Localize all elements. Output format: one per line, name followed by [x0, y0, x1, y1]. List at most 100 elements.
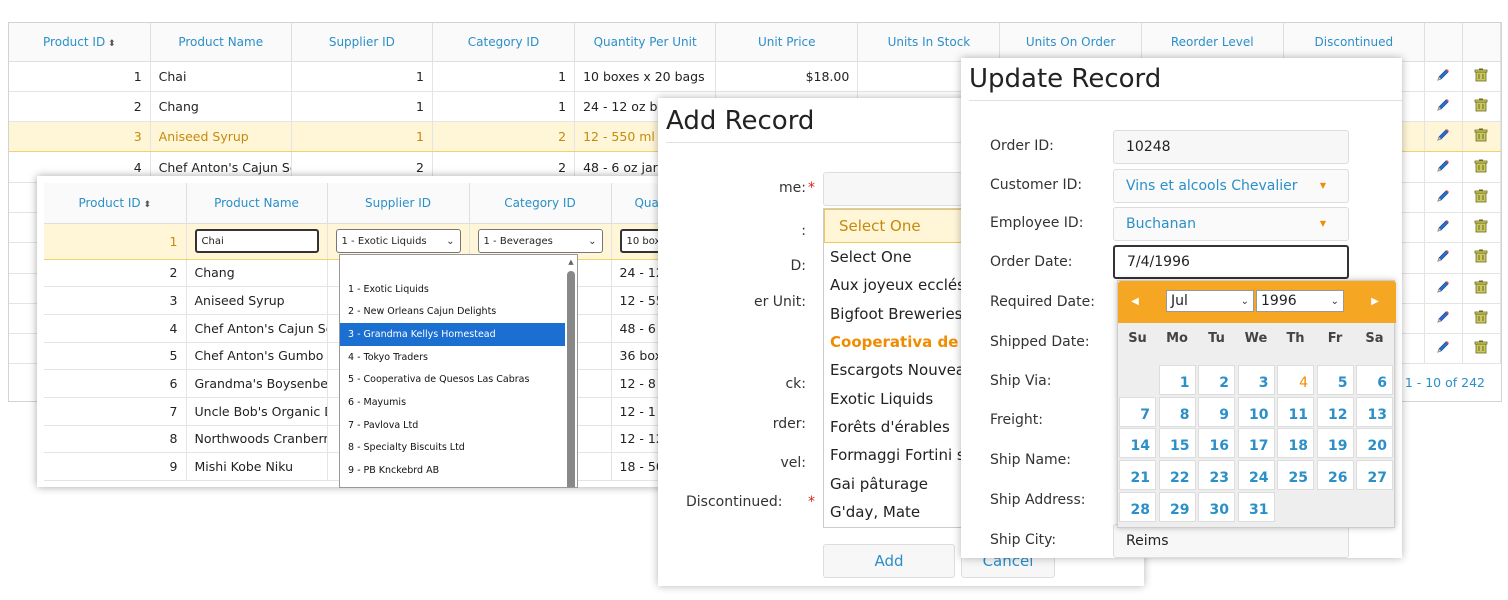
supplier-select-list[interactable]: Select One Select OneAux joyeux ecclésia… [823, 208, 973, 528]
dropdown-option[interactable]: 2 - New Orleans Cajun Delights [340, 300, 565, 323]
calendar-day[interactable]: 6 [1356, 365, 1393, 395]
scrollbar[interactable]: ▲ [567, 257, 575, 487]
calendar-day[interactable]: 13 [1356, 396, 1393, 427]
calendar-day[interactable]: 21 [1119, 460, 1156, 491]
calendar-day[interactable]: 11 [1277, 396, 1314, 427]
calendar-day[interactable]: 7 [1119, 396, 1156, 427]
supplier-dropdown-list[interactable]: 1 - Exotic Liquids 2 - New Orleans Cajun … [339, 254, 578, 488]
dropdown-option[interactable]: 3 - Grandma Kellys Homestead [340, 323, 565, 346]
calendar-day[interactable]: 25 [1277, 460, 1314, 491]
calendar-day[interactable]: 14 [1119, 428, 1156, 459]
dropdown-option[interactable]: 5 - Cooperativa de Quesos Las Cabras [340, 368, 565, 391]
category-select[interactable]: 1 - Beverages ⌄ [477, 229, 603, 253]
calendar-day[interactable]: 9 [1198, 396, 1235, 427]
pencil-icon[interactable] [1435, 67, 1451, 83]
calendar-day[interactable]: 1 [1158, 365, 1196, 395]
calendar-day[interactable]: 15 [1158, 428, 1196, 459]
month-select[interactable]: Jul ⌄ [1166, 290, 1254, 312]
trash-icon[interactable] [1473, 67, 1489, 83]
scroll-up-icon[interactable]: ▲ [567, 257, 575, 267]
select-option[interactable]: Forêts d'érables [824, 413, 972, 441]
calendar-day[interactable]: 31 [1237, 491, 1275, 522]
pencil-icon[interactable] [1435, 248, 1451, 264]
select-option[interactable]: Gai pâturage [824, 469, 972, 497]
pencil-icon[interactable] [1435, 309, 1451, 325]
select-option[interactable]: Aux joyeux ecclésiastiques [824, 271, 972, 299]
calendar-day[interactable]: 2 [1198, 365, 1235, 395]
calendar-day[interactable]: 8 [1158, 396, 1196, 427]
select-option[interactable]: Exotic Liquids [824, 384, 972, 412]
select-option[interactable]: Bigfoot Breweries [824, 300, 972, 328]
calendar-day[interactable]: 29 [1158, 491, 1196, 522]
calendar-day[interactable]: 10 [1237, 396, 1275, 427]
dropdown-option[interactable]: 1 - Exotic Liquids [340, 278, 565, 301]
dropdown-option[interactable]: 4 - Tokyo Traders [340, 346, 565, 369]
pencil-icon[interactable] [1435, 279, 1451, 295]
calendar-day[interactable]: 26 [1316, 460, 1354, 491]
year-select[interactable]: 1996 ⌄ [1256, 290, 1344, 312]
product-name-input[interactable]: Chai [194, 229, 319, 253]
trash-icon[interactable] [1473, 188, 1489, 204]
trash-icon[interactable] [1473, 279, 1489, 295]
calendar-day[interactable]: 28 [1119, 491, 1156, 522]
sort-icon[interactable]: ⬍ [105, 39, 116, 49]
column-header[interactable]: Unit Price [715, 23, 859, 62]
trash-icon[interactable] [1473, 158, 1489, 174]
column-header[interactable]: Product Name [186, 183, 328, 224]
trash-icon[interactable] [1473, 248, 1489, 264]
column-header[interactable]: Units In Stock [857, 23, 1001, 62]
trash-icon[interactable] [1473, 339, 1489, 355]
calendar-day[interactable]: 16 [1198, 428, 1235, 459]
calendar-day[interactable]: 18 [1277, 428, 1314, 459]
pencil-icon[interactable] [1435, 127, 1451, 143]
calendar-day[interactable]: 24 [1237, 460, 1275, 491]
pencil-icon[interactable] [1435, 97, 1451, 113]
sort-icon[interactable]: ⬍ [141, 200, 151, 210]
scrollbar-thumb[interactable] [567, 271, 575, 487]
dropdown-option[interactable]: 7 - Pavlova Ltd [340, 414, 565, 437]
calendar-day[interactable]: 20 [1356, 428, 1393, 459]
calendar-day[interactable]: 30 [1198, 491, 1235, 522]
dropdown-option[interactable]: 9 - PB Knckebrd AB [340, 459, 565, 482]
column-header[interactable]: Product ID ⬍ [44, 183, 187, 224]
trash-icon[interactable] [1473, 218, 1489, 234]
calendar-day[interactable]: 12 [1316, 396, 1354, 427]
calendar-day[interactable]: 19 [1316, 428, 1354, 459]
employee-id-dropdown[interactable]: Buchanan ▼ [1113, 207, 1349, 241]
supplier-select[interactable]: 1 - Exotic Liquids ⌄ [335, 229, 461, 253]
select-placeholder[interactable]: Select One [824, 209, 972, 243]
pencil-icon[interactable] [1435, 188, 1451, 204]
dropdown-option[interactable]: 6 - Mayumis [340, 391, 565, 414]
calendar-day[interactable]: 5 [1316, 365, 1354, 395]
trash-icon[interactable] [1473, 309, 1489, 325]
dropdown-option[interactable]: 8 - Specialty Biscuits Ltd [340, 437, 565, 460]
calendar-day[interactable]: 23 [1198, 460, 1235, 491]
add-button[interactable]: Add [823, 544, 955, 578]
calendar-day[interactable]: 27 [1356, 460, 1393, 491]
calendar-day[interactable]: 22 [1158, 460, 1196, 491]
column-header[interactable]: Units On Order [999, 23, 1142, 62]
name-input[interactable] [823, 172, 983, 206]
column-header[interactable]: Reorder Level [1141, 23, 1284, 62]
column-header[interactable]: Quantity Per Unit [574, 23, 717, 62]
ship-city-field[interactable]: Reims [1113, 524, 1349, 558]
calendar-day[interactable]: 4 [1277, 365, 1314, 395]
column-header[interactable]: Product Name [150, 23, 292, 62]
column-header[interactable]: Category ID [469, 183, 612, 224]
select-option[interactable]: Escargots Nouveaux [824, 356, 972, 384]
select-option[interactable]: Select One [824, 243, 972, 271]
prev-month-icon[interactable]: ◀ [1126, 293, 1144, 311]
select-option[interactable]: G'day, Mate [824, 498, 972, 526]
column-header[interactable]: Product ID ⬍ [9, 23, 151, 62]
order-date-input[interactable]: 7/4/1996 [1113, 245, 1349, 279]
column-header[interactable]: Category ID [432, 23, 576, 62]
trash-icon[interactable] [1473, 97, 1489, 113]
order-id-field[interactable]: 10248 [1113, 130, 1349, 164]
pencil-icon[interactable] [1435, 339, 1451, 355]
trash-icon[interactable] [1473, 127, 1489, 143]
select-option[interactable]: Formaggi Fortini s.r.l. [824, 441, 972, 469]
pencil-icon[interactable] [1435, 218, 1451, 234]
dropdown-option[interactable] [340, 255, 565, 278]
calendar-day[interactable]: 17 [1237, 428, 1275, 459]
column-header[interactable]: Supplier ID [327, 183, 470, 224]
